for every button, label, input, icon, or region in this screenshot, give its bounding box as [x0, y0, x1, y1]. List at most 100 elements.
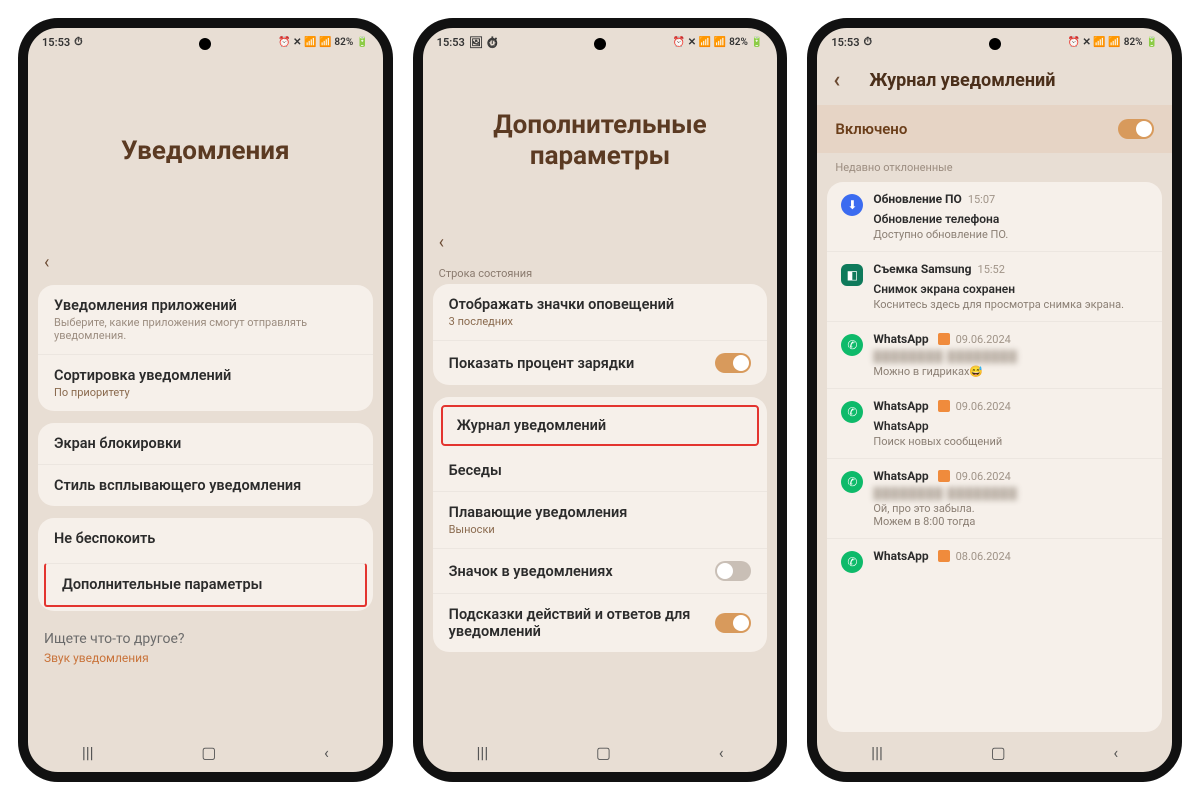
- notification-item[interactable]: ⬇ Обновление ПО15:07 Обновление телефона До…: [827, 182, 1162, 251]
- notif-body: Ой, про это забыла.Можем в 8:00 тогда: [873, 502, 1148, 528]
- notification-item[interactable]: ✆WhatsApp09.06.2024████████ ████████Ой, …: [827, 458, 1162, 538]
- nav-recents[interactable]: |||: [871, 743, 883, 762]
- app-icon: ✆: [841, 334, 863, 356]
- card-statusbar: Отображать значки оповещений 3 последних…: [433, 284, 768, 385]
- row-badge[interactable]: Значок в уведомлениях: [433, 548, 768, 593]
- status-battery: 82%: [729, 37, 748, 48]
- row-floating[interactable]: Плавающие уведомления Выноски: [433, 491, 768, 548]
- battery-icon: 🔋: [751, 37, 763, 48]
- row-subtitle: По приоритету: [54, 386, 357, 399]
- page-title: Журнал уведомлений: [869, 70, 1055, 91]
- back-button[interactable]: ‹: [44, 252, 68, 273]
- enable-bar[interactable]: Включено: [817, 105, 1172, 153]
- status-battery: 82%: [334, 37, 353, 48]
- orange-badge-icon: [938, 333, 950, 345]
- notif-body: Доступно обновление ПО.: [873, 228, 1148, 241]
- card-journal: Журнал уведомлений Беседы Плавающие увед…: [433, 397, 768, 652]
- related-link[interactable]: Звук уведомления: [28, 647, 383, 665]
- status-alarm-icon: ⏱: [863, 35, 872, 49]
- back-button[interactable]: ‹: [833, 68, 857, 93]
- row-title: Уведомления приложений: [54, 297, 357, 314]
- row-sort[interactable]: Сортировка уведомлений По приоритету: [38, 354, 373, 411]
- notif-app-name: WhatsApp09.06.2024: [873, 332, 1148, 346]
- notif-time: 15:52: [978, 263, 1005, 276]
- toggle-battery-percent[interactable]: [715, 353, 751, 373]
- blurred-content: ████████ ████████: [873, 487, 1148, 500]
- notif-time: 09.06.2024: [956, 400, 1011, 413]
- row-conversations[interactable]: Беседы: [433, 450, 768, 491]
- page-title: Дополнительные параметры: [423, 56, 778, 226]
- row-notification-journal[interactable]: Журнал уведомлений: [441, 405, 760, 446]
- notif-time: 09.06.2024: [956, 333, 1011, 346]
- status-time: 15:53: [42, 36, 70, 49]
- notification-item[interactable]: ◧ Съемка Samsung15:52 Снимок экрана сохран…: [827, 251, 1162, 321]
- status-icons: ⏰ ✕ 📶 📶: [278, 37, 331, 48]
- notif-title: WhatsApp: [873, 419, 1148, 433]
- camera-hole: [594, 38, 606, 50]
- nav-home[interactable]: ▢: [991, 743, 1006, 762]
- app-icon: ✆: [841, 551, 863, 573]
- notif-body: Можно в гидриках😅: [873, 365, 1148, 378]
- app-icon: ◧: [841, 264, 863, 286]
- status-battery: 82%: [1124, 37, 1143, 48]
- notif-app-name: WhatsApp08.06.2024: [873, 549, 1148, 563]
- status-icons-left: 🖼 ⏱: [469, 36, 500, 49]
- app-icon: ⬇: [841, 194, 863, 216]
- notif-time: 09.06.2024: [956, 470, 1011, 483]
- notification-list: ⬇ Обновление ПО15:07 Обновление телефона До…: [827, 182, 1162, 732]
- row-title: Дополнительные параметры: [62, 576, 262, 593]
- row-subtitle: Выберите, какие приложения смогут отправ…: [54, 316, 357, 342]
- section-label-statusbar: Строка состояния: [423, 259, 778, 282]
- nav-recents[interactable]: |||: [82, 743, 94, 762]
- row-popup-style[interactable]: Стиль всплывающего уведомления: [38, 464, 373, 506]
- nav-back[interactable]: ‹: [1113, 743, 1118, 762]
- orange-badge-icon: [938, 550, 950, 562]
- search-hint: Ищете что-то другое?: [28, 617, 383, 647]
- status-icons: ⏰ ✕ 📶 📶: [1068, 37, 1121, 48]
- phone-advanced: 15:53🖼 ⏱ ⏰ ✕ 📶 📶 82% 🔋 Дополнительные па…: [413, 18, 788, 782]
- nav-bar: ||| ▢ ‹: [817, 732, 1172, 772]
- toggle-journal-enabled[interactable]: [1118, 119, 1154, 139]
- section-recent: Недавно отклоненные: [817, 153, 1172, 178]
- row-app-notifications[interactable]: Уведомления приложений Выберите, какие п…: [38, 285, 373, 354]
- nav-back[interactable]: ‹: [719, 743, 724, 762]
- nav-recents[interactable]: |||: [477, 743, 489, 762]
- notification-item[interactable]: ✆WhatsApp09.06.2024████████ ████████Можн…: [827, 321, 1162, 388]
- row-suggestions[interactable]: Подсказки действий и ответов для уведомл…: [433, 593, 768, 652]
- notif-body: Поиск новых сообщений: [873, 435, 1148, 448]
- row-battery-percent[interactable]: Показать процент зарядки: [433, 340, 768, 385]
- page-title: Уведомления: [28, 56, 383, 246]
- app-icon: ✆: [841, 401, 863, 423]
- orange-badge-icon: [938, 470, 950, 482]
- row-dnd[interactable]: Не беспокоить: [38, 518, 373, 559]
- battery-icon: 🔋: [1146, 37, 1158, 48]
- status-time: 15:53: [437, 36, 465, 49]
- orange-badge-icon: [938, 400, 950, 412]
- card-other: Не беспокоить Дополнительные параметры: [38, 518, 373, 611]
- card-display: Экран блокировки Стиль всплывающего увед…: [38, 423, 373, 506]
- battery-icon: 🔋: [356, 37, 368, 48]
- notif-title: Снимок экрана сохранен: [873, 282, 1148, 296]
- notification-item[interactable]: ✆ WhatsApp08.06.2024: [827, 538, 1162, 583]
- toggle-badge[interactable]: [715, 561, 751, 581]
- notification-item[interactable]: ✆WhatsApp09.06.2024WhatsAppПоиск новых с…: [827, 388, 1162, 458]
- nav-back[interactable]: ‹: [324, 743, 329, 762]
- row-title: Сортировка уведомлений: [54, 367, 357, 384]
- nav-home[interactable]: ▢: [596, 743, 611, 762]
- toggle-suggestions[interactable]: [715, 613, 751, 633]
- notif-app-name: Съемка Samsung15:52: [873, 262, 1148, 276]
- notif-time: 15:07: [968, 193, 995, 206]
- notif-body: Коснитесь здесь для просмотра снимка экр…: [873, 298, 1148, 311]
- back-button[interactable]: ‹: [439, 232, 463, 253]
- row-show-icons[interactable]: Отображать значки оповещений 3 последних: [433, 284, 768, 340]
- notif-app-name: Обновление ПО15:07: [873, 192, 1148, 206]
- app-icon: ✆: [841, 471, 863, 493]
- row-lockscreen[interactable]: Экран блокировки: [38, 423, 373, 464]
- nav-home[interactable]: ▢: [201, 743, 216, 762]
- notif-title: Обновление телефона: [873, 212, 1148, 226]
- phone-notifications: 15:53 ⏱ ⏰ ✕ 📶 📶 82% 🔋 Уведомления ‹ Уведо…: [18, 18, 393, 782]
- nav-bar: ||| ▢ ‹: [423, 732, 778, 772]
- row-advanced-settings[interactable]: Дополнительные параметры: [44, 563, 367, 607]
- status-alarm-icon: ⏱: [74, 35, 83, 49]
- camera-hole: [989, 38, 1001, 50]
